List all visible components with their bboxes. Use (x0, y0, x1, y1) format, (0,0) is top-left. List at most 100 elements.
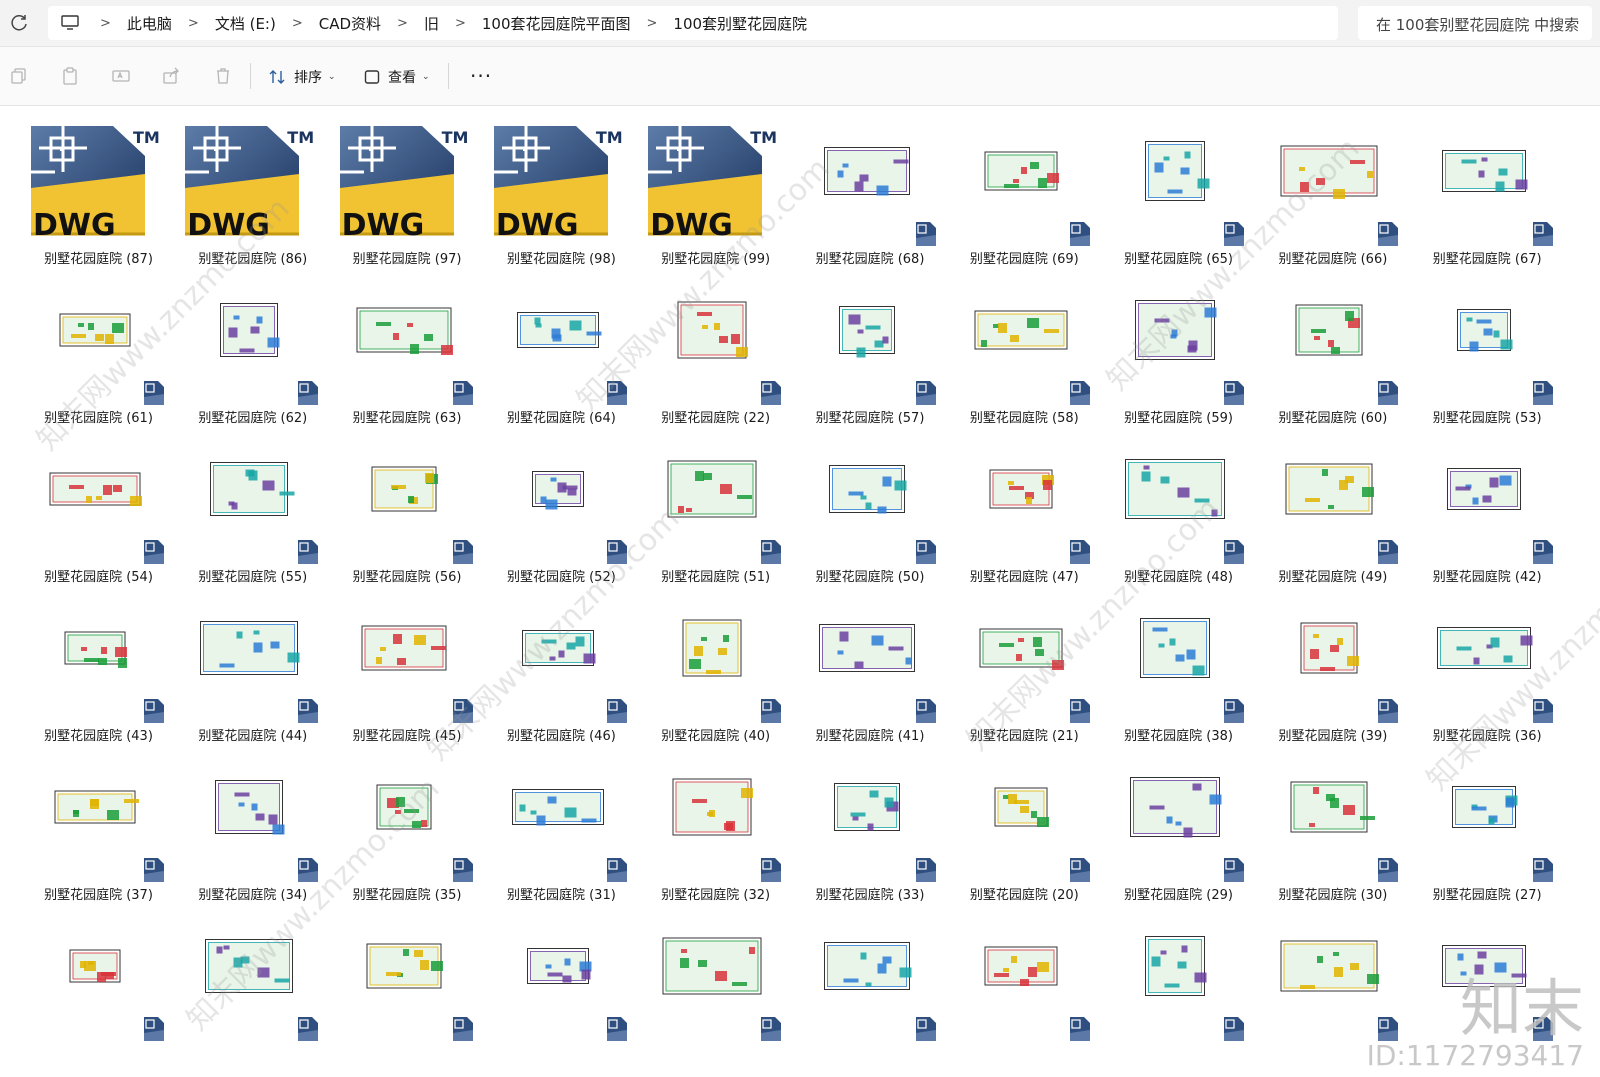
dwg-badge-icon (915, 380, 937, 406)
computer-icon[interactable] (60, 15, 80, 31)
file-item[interactable]: 别墅花园庭院 (46) (483, 587, 633, 745)
file-item[interactable] (483, 905, 633, 1063)
rename-icon[interactable] (112, 67, 130, 85)
file-item[interactable] (792, 905, 942, 1063)
chevron-down-icon: ⌄ (328, 72, 336, 82)
search-input[interactable]: 在 100套别墅花园庭院 中搜索 (1358, 6, 1592, 40)
file-item[interactable]: 别墅花园庭院 (20) (946, 746, 1096, 904)
file-item[interactable]: 别墅花园庭院 (53) (1409, 269, 1559, 427)
file-item[interactable]: 别墅花园庭院 (35) (329, 746, 479, 904)
file-item[interactable]: 别墅花园庭院 (34) (174, 746, 324, 904)
dwg-badge-icon (1377, 857, 1399, 883)
toolbar-divider (250, 63, 251, 89)
file-item[interactable]: 别墅花园庭院 (68) (792, 110, 942, 268)
cad-thumbnail (488, 752, 628, 882)
file-item[interactable]: DWG TM 别墅花园庭院 (98) (483, 110, 633, 268)
file-item[interactable]: 别墅花园庭院 (31) (483, 746, 633, 904)
file-item[interactable]: 别墅花园庭院 (40) (637, 587, 787, 745)
view-button[interactable]: 查看 ⌄ (364, 67, 430, 87)
file-name: 别墅花园庭院 (51) (661, 570, 771, 585)
file-item[interactable]: 别墅花园庭院 (38) (1100, 587, 1250, 745)
file-item[interactable] (20, 905, 170, 1063)
file-item[interactable]: 别墅花园庭院 (32) (637, 746, 787, 904)
file-name: 别墅花园庭院 (86) (198, 252, 308, 267)
file-item[interactable]: 别墅花园庭院 (47) (946, 428, 1096, 586)
file-item[interactable]: 别墅花园庭院 (62) (174, 269, 324, 427)
file-name: 别墅花园庭院 (47) (969, 570, 1079, 585)
cad-thumbnail (797, 275, 937, 405)
file-item[interactable]: DWG TM 别墅花园庭院 (99) (637, 110, 787, 268)
file-item[interactable]: 别墅花园庭院 (22) (637, 269, 787, 427)
file-item[interactable]: 别墅花园庭院 (43) (20, 587, 170, 745)
search-placeholder: 在 100套别墅花园庭院 中搜索 (1376, 16, 1580, 34)
file-name: 别墅花园庭院 (30) (1278, 888, 1388, 903)
file-item[interactable]: 别墅花园庭院 (64) (483, 269, 633, 427)
file-item[interactable]: 别墅花园庭院 (36) (1409, 587, 1559, 745)
file-item[interactable] (1100, 905, 1250, 1063)
share-icon[interactable] (163, 67, 181, 85)
file-item[interactable]: 别墅花园庭院 (50) (792, 428, 942, 586)
sort-button[interactable]: 排序 ⌄ (268, 67, 336, 87)
file-item[interactable]: 别墅花园庭院 (42) (1409, 428, 1559, 586)
dwg-badge-icon (1532, 380, 1554, 406)
file-item[interactable]: 别墅花园庭院 (67) (1409, 110, 1559, 268)
breadcrumb-item[interactable]: 旧 (420, 13, 443, 34)
cad-thumbnail (1105, 911, 1245, 1041)
file-item[interactable]: 别墅花园庭院 (63) (329, 269, 479, 427)
file-item[interactable]: 别墅花园庭院 (45) (329, 587, 479, 745)
file-item[interactable]: 别墅花园庭院 (49) (1254, 428, 1404, 586)
refresh-icon[interactable] (8, 12, 30, 34)
file-item[interactable]: 别墅花园庭院 (44) (174, 587, 324, 745)
cad-thumbnail (1259, 752, 1399, 882)
file-item[interactable]: 别墅花园庭院 (57) (792, 269, 942, 427)
file-item[interactable] (174, 905, 324, 1063)
file-item[interactable] (637, 905, 787, 1063)
file-item[interactable]: 别墅花园庭院 (29) (1100, 746, 1250, 904)
paste-icon[interactable] (61, 67, 79, 85)
file-item[interactable] (946, 905, 1096, 1063)
file-item[interactable]: 别墅花园庭院 (58) (946, 269, 1096, 427)
file-item[interactable]: 别墅花园庭院 (59) (1100, 269, 1250, 427)
file-item[interactable]: 别墅花园庭院 (51) (637, 428, 787, 586)
file-name: 别墅花园庭院 (50) (815, 570, 925, 585)
breadcrumb-item[interactable]: 文档 (E:) (211, 13, 280, 34)
file-item[interactable]: DWG TM 别墅花园庭院 (86) (174, 110, 324, 268)
file-item[interactable]: 别墅花园庭院 (27) (1409, 746, 1559, 904)
address-box[interactable]: > 此电脑 > 文档 (E:) > CAD资料 > 旧 > 100套花园庭院平面… (48, 6, 1338, 40)
cad-thumbnail (797, 593, 937, 723)
dwg-badge-icon (1377, 221, 1399, 247)
file-item[interactable]: 别墅花园庭院 (65) (1100, 110, 1250, 268)
dwg-icon-text: DWG (650, 208, 733, 243)
file-name: 别墅花园庭院 (48) (1124, 570, 1233, 585)
delete-icon[interactable] (214, 67, 232, 85)
breadcrumb-item[interactable]: 100套别墅花园庭院 (669, 13, 811, 34)
file-item[interactable]: 别墅花园庭院 (33) (792, 746, 942, 904)
file-item[interactable]: 别墅花园庭院 (39) (1254, 587, 1404, 745)
breadcrumb-item[interactable]: 100套花园庭院平面图 (478, 13, 635, 34)
file-item[interactable]: 别墅花园庭院 (55) (174, 428, 324, 586)
file-item[interactable]: DWG TM 别墅花园庭院 (87) (20, 110, 170, 268)
more-options-button[interactable]: ··· (470, 64, 492, 88)
dwg-badge-icon (1223, 698, 1245, 724)
file-item[interactable]: 别墅花园庭院 (37) (20, 746, 170, 904)
file-item[interactable]: 别墅花园庭院 (48) (1100, 428, 1250, 586)
dwg-badge-icon (1069, 380, 1091, 406)
file-name: 别墅花园庭院 (37) (44, 888, 153, 903)
file-item[interactable]: 别墅花园庭院 (66) (1254, 110, 1404, 268)
breadcrumb-item[interactable]: CAD资料 (315, 13, 385, 34)
file-item[interactable]: 别墅花园庭院 (69) (946, 110, 1096, 268)
breadcrumb-item[interactable]: 此电脑 (123, 13, 176, 34)
dwg-badge-icon (1223, 221, 1245, 247)
file-item[interactable]: 别墅花园庭院 (21) (946, 587, 1096, 745)
file-item[interactable]: 别墅花园庭院 (41) (792, 587, 942, 745)
file-item[interactable]: 别墅花园庭院 (52) (483, 428, 633, 586)
file-item[interactable] (329, 905, 479, 1063)
file-item[interactable]: DWG TM 别墅花园庭院 (97) (329, 110, 479, 268)
copy-icon[interactable] (10, 67, 28, 85)
file-item[interactable]: 别墅花园庭院 (54) (20, 428, 170, 586)
file-item[interactable]: 别墅花园庭院 (61) (20, 269, 170, 427)
file-item[interactable]: 别墅花园庭院 (56) (329, 428, 479, 586)
file-item[interactable]: 别墅花园庭院 (60) (1254, 269, 1404, 427)
dwg-badge-icon (1069, 221, 1091, 247)
file-item[interactable]: 别墅花园庭院 (30) (1254, 746, 1404, 904)
